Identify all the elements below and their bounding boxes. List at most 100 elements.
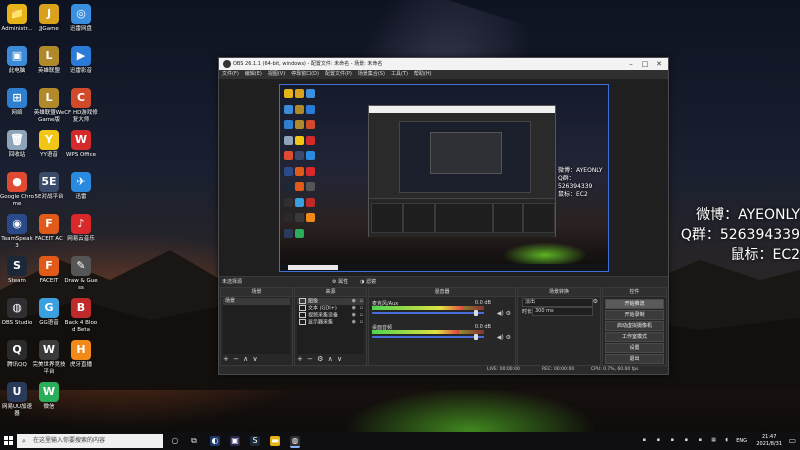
properties-button[interactable]: ⚙ 属性 [332,277,348,287]
source-item[interactable]: 显示器采集 ◉ ▫ [297,319,364,326]
desktop-shortcut[interactable]: ◉ TeamSpeak 3 [0,214,34,249]
desktop-shortcut[interactable]: W 微信 [32,382,66,411]
taskbar-app-icon[interactable]: ▣ [230,436,240,446]
desktop-shortcut[interactable]: ⊞ 网络 [0,88,34,117]
desktop-shortcut[interactable]: ◍ OBS Studio [0,298,34,327]
desktop-shortcut[interactable]: F FACEIT [32,256,66,285]
desktop-shortcut[interactable]: 🗑 回收站 [0,130,34,159]
lock-icon[interactable]: ▫ [360,312,363,319]
desktop-shortcut[interactable]: ▣ 此电脑 [0,46,34,75]
visibility-eye-icon[interactable]: ◉ [352,305,356,312]
desktop-shortcut[interactable]: S Steam [0,256,34,285]
fader-knob[interactable] [474,310,479,316]
lock-icon[interactable]: ▫ [360,298,363,305]
menu-file[interactable]: 文件(F) [222,70,239,79]
desktop-shortcut[interactable]: Y YY语音 [32,130,66,159]
lock-icon[interactable]: ▫ [360,305,363,312]
start-virtual-camera-button[interactable]: 启动虚拟摄像机 [605,321,664,331]
input-method-indicator[interactable]: ENG [736,438,747,444]
source-item[interactable]: 文本 (GDI+) ◉ ▫ [297,305,364,312]
volume-meter [372,306,484,310]
scenes-list[interactable]: 场景 [223,298,290,354]
start-recording-button[interactable]: 开始录制 [605,310,664,320]
fader-knob[interactable] [474,334,479,340]
desktop-shortcut[interactable]: J JJGame [32,4,66,33]
desktop-shortcut[interactable]: Q 腾讯QQ [0,340,34,369]
obs-window[interactable]: OBS 26.1.1 (64-bit, windows) - 配置文件: 未命名… [218,57,669,375]
file-explorer-icon[interactable]: ▬ [270,436,280,446]
filters-button[interactable]: ◑ 滤镜 [360,277,376,287]
source-item[interactable]: 视频采集设备 ◉ ▫ [297,312,364,319]
desktop-shortcut[interactable]: F FACEIT AC [32,214,66,243]
speaker-icon[interactable]: ◀) [497,310,506,317]
tray-app-icon[interactable]: ▪ [699,437,702,443]
obs-preview[interactable]: 微博：AYEONLY Q群：526394339 鼠标：EC2 [279,84,609,272]
visibility-eye-icon[interactable]: ◉ [352,319,356,326]
start-button[interactable] [4,436,14,446]
desktop-shortcut[interactable]: ▶ 迅雷影音 [64,46,98,75]
tray-app-icon[interactable]: ▪ [657,437,660,443]
desktop-shortcut[interactable]: B Back 4 Blood Beta [64,298,98,333]
desktop-shortcut[interactable]: 5E 5E对战平台 [32,172,66,201]
menu-help[interactable]: 帮助(H) [414,70,432,79]
menu-profile[interactable]: 配置文件(P) [325,70,352,79]
duration-input[interactable]: 300 ms [532,307,593,316]
lock-icon[interactable]: ▫ [360,319,363,326]
desktop-shortcut[interactable]: W WPS Office [64,130,98,159]
desktop-shortcut-label: Draw & Guess [64,278,98,291]
menu-view[interactable]: 视图(V) [268,70,285,79]
desktop-shortcut[interactable]: ✈ 迅雷 [64,172,98,201]
exit-button[interactable]: 退出 [605,354,664,364]
taskbar-clock[interactable]: 21:47 2021/8/31 [756,434,782,448]
desktop-shortcut[interactable]: L 英雄联盟WeGame版 [32,88,66,123]
settings-button[interactable]: 设置 [605,343,664,353]
cortana-icon[interactable]: ○ [170,436,180,446]
transition-gear-icon[interactable]: ⚙ [593,298,598,305]
tray-app-icon[interactable]: ▪ [643,437,646,443]
steam-icon[interactable]: S [250,436,260,446]
minimize-icon[interactable]: – [624,58,638,70]
start-streaming-button[interactable]: 开始推流 [605,299,664,309]
transition-select[interactable]: 淡出 [522,298,593,307]
task-view-icon[interactable]: ⧉ [189,436,199,446]
obs-taskbar-icon[interactable]: ◍ [290,436,300,448]
taskbar-search-input[interactable]: ⌕ 在这里输入你要搜索的内容 [17,434,163,448]
maximize-icon[interactable]: □ [638,58,652,70]
volume-fader[interactable] [372,334,484,340]
sources-toolbar[interactable]: + − ⚙ ∧ ∨ [297,355,343,364]
tray-app-icon[interactable]: ▪ [671,437,674,443]
desktop-shortcut[interactable]: 📁 Administr... [0,4,34,33]
taskbar-app-icon[interactable]: ◐ [210,436,220,446]
desktop-shortcut[interactable]: C CF HD游戏修复大师 [64,88,98,123]
obs-titlebar[interactable]: OBS 26.1.1 (64-bit, windows) - 配置文件: 未命名… [219,58,668,70]
visibility-eye-icon[interactable]: ◉ [352,312,356,319]
menu-edit[interactable]: 编辑(E) [245,70,262,79]
close-icon[interactable]: ✕ [652,58,666,70]
desktop-shortcut[interactable]: ● Google Chrome [0,172,34,207]
notification-icon[interactable]: ▭ [788,436,796,445]
desktop-shortcut[interactable]: ♪ 网易云音乐 [64,214,98,243]
desktop-shortcut[interactable]: ◎ 迅雷网盘 [64,4,98,33]
desktop-shortcut[interactable]: ✎ Draw & Guess [64,256,98,291]
scenes-toolbar[interactable]: + − ∧ ∨ [223,355,259,364]
speaker-icon[interactable]: ◀) [497,334,506,341]
menu-docks[interactable]: 停靠窗口(D) [291,70,319,79]
menu-tools[interactable]: 工具(T) [391,70,408,79]
network-icon[interactable]: ▦ [711,437,716,443]
tray-app-icon[interactable]: ▪ [685,437,688,443]
studio-mode-button[interactable]: 工作室模式 [605,332,664,342]
sources-list[interactable]: 图像 ◉ ▫ 文本 (GDI+) ◉ ▫ 视频采集设备 ◉ ▫ 显示器采集 ◉ ▫ [297,298,364,354]
desktop-shortcut[interactable]: G GG语音 [32,298,66,327]
desktop-shortcut[interactable]: U 网易UU加速器 [0,382,34,417]
visibility-eye-icon[interactable]: ◉ [352,298,356,305]
scene-item[interactable]: 场景 [223,298,290,305]
volume-icon[interactable]: ◖ [725,437,728,443]
channel-gear-icon[interactable]: ⚙ [506,334,511,341]
volume-fader[interactable] [372,310,484,316]
channel-gear-icon[interactable]: ⚙ [506,310,511,317]
desktop-shortcut[interactable]: W 完美世界竞技平台 [32,340,66,375]
source-item[interactable]: 图像 ◉ ▫ [297,298,364,305]
menu-scene-collection[interactable]: 场景集合(S) [358,70,385,79]
desktop-shortcut[interactable]: H 虎牙直播 [64,340,98,369]
desktop-shortcut[interactable]: L 英雄联盟 [32,46,66,75]
